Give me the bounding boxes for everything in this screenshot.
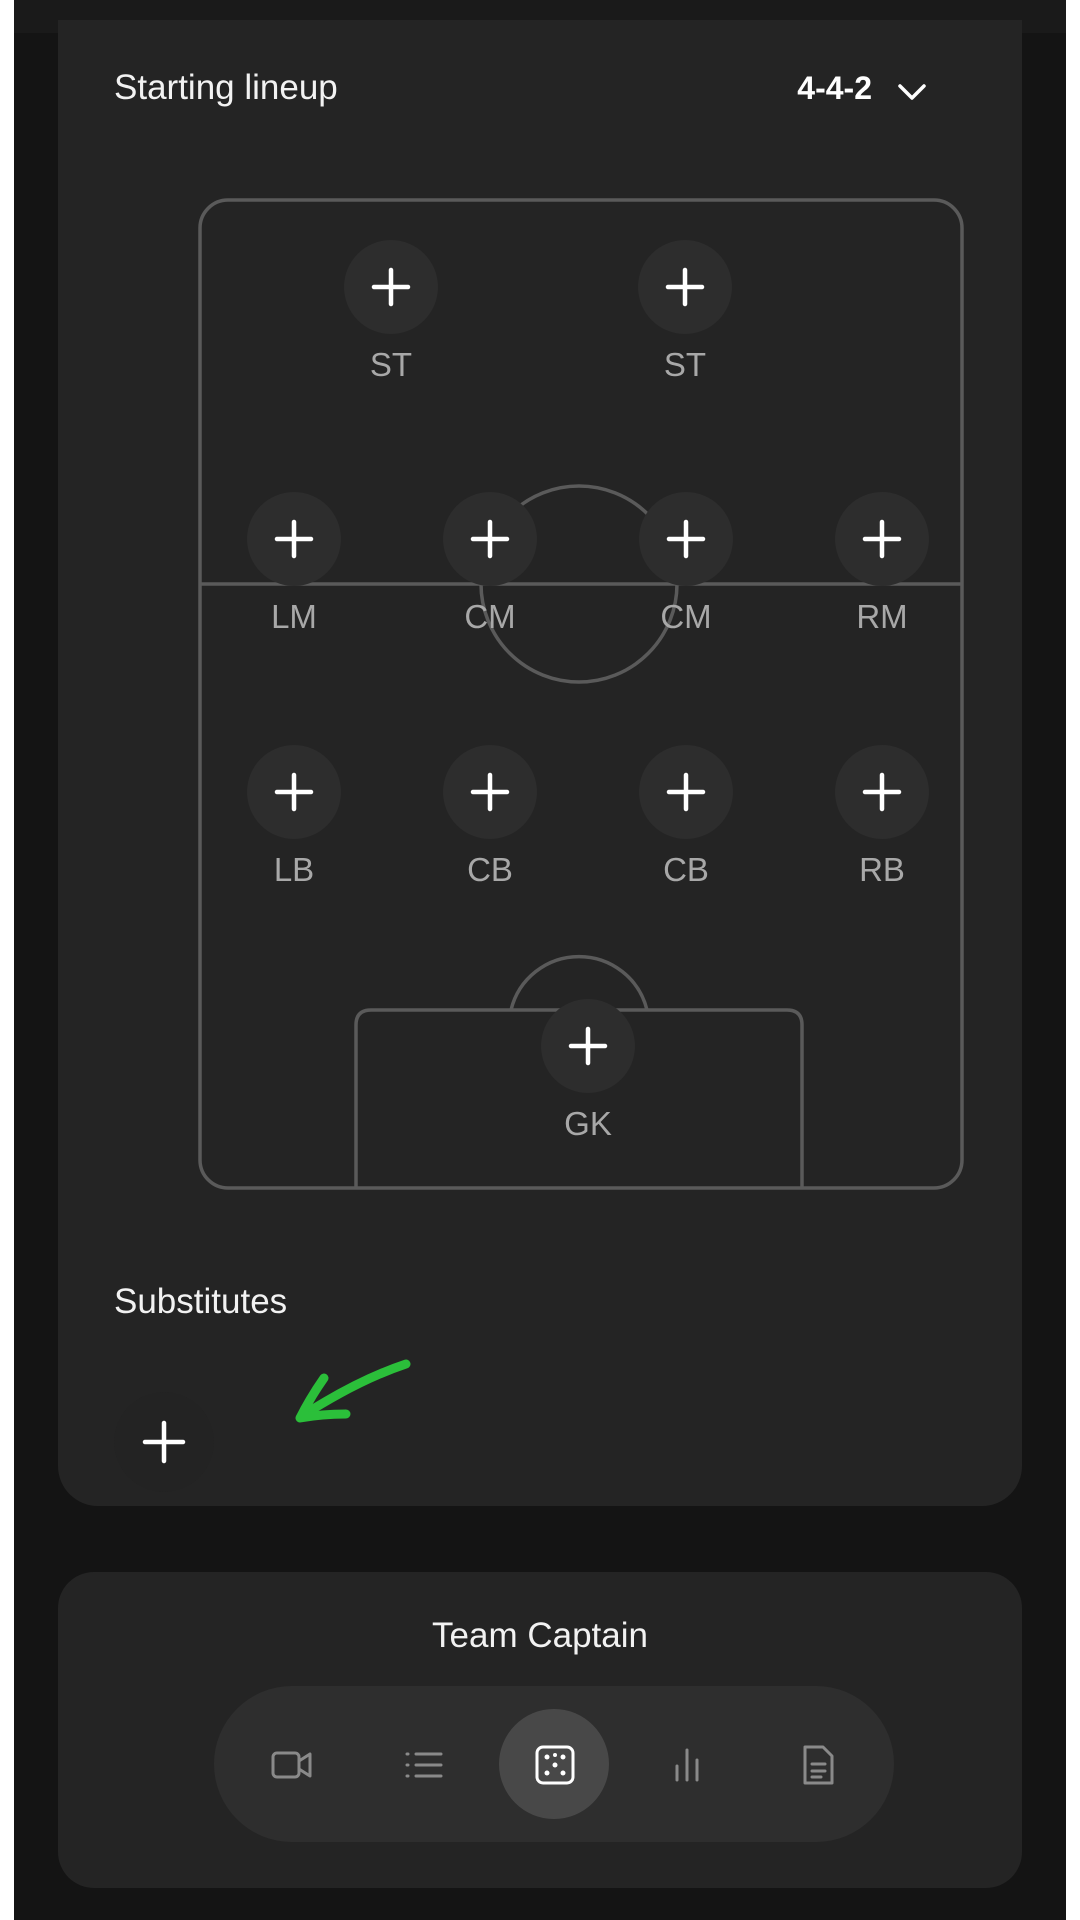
nav-document[interactable]: [762, 1709, 872, 1819]
chevron-down-icon[interactable]: [897, 82, 927, 102]
add-substitute-button[interactable]: [114, 1392, 214, 1492]
position-label: RM: [856, 598, 908, 635]
slot-st-right[interactable]: ST: [625, 240, 745, 384]
slot-lb[interactable]: LB: [234, 745, 354, 889]
add-player-button[interactable]: [835, 492, 929, 586]
add-player-button[interactable]: [639, 492, 733, 586]
formation-selector[interactable]: 4-4-2: [797, 70, 872, 107]
list-icon: [405, 1752, 443, 1778]
slot-gk[interactable]: GK: [528, 999, 648, 1143]
pitch: ST ST LM CM CM RM LB CB CB RB GK: [198, 198, 964, 1190]
nav-list[interactable]: [368, 1709, 478, 1819]
lineup-card: Starting lineup 4-4-2 ST ST LM CM CM RM …: [58, 20, 1022, 1506]
document-icon: [803, 1745, 834, 1785]
lineup-dice-icon: [535, 1745, 575, 1785]
add-player-button[interactable]: [541, 999, 635, 1093]
position-label: GK: [564, 1105, 612, 1142]
plus-icon: [470, 772, 510, 812]
plus-icon: [862, 519, 902, 559]
nav-video[interactable]: [236, 1709, 346, 1819]
plus-icon: [274, 519, 314, 559]
slot-rm[interactable]: RM: [822, 492, 942, 636]
lineup-title: Starting lineup: [114, 68, 338, 107]
plus-icon: [666, 772, 706, 812]
plus-icon: [665, 267, 705, 307]
slot-lm[interactable]: LM: [234, 492, 354, 636]
position-label: LM: [271, 598, 317, 635]
plus-icon: [274, 772, 314, 812]
position-label: CB: [467, 851, 513, 888]
add-player-button[interactable]: [639, 745, 733, 839]
video-icon: [271, 1751, 312, 1779]
substitutes-title: Substitutes: [114, 1282, 288, 1321]
nav-stats[interactable]: [631, 1709, 741, 1819]
plus-icon: [568, 1026, 608, 1066]
plus-icon: [142, 1420, 186, 1464]
position-label: CM: [660, 598, 712, 635]
slot-cb-left[interactable]: CB: [430, 745, 550, 889]
captain-title: Team Captain: [432, 1616, 648, 1655]
nav-lineup[interactable]: [499, 1709, 609, 1819]
slot-cm-left[interactable]: CM: [430, 492, 550, 636]
add-player-button[interactable]: [344, 240, 438, 334]
position-label: CB: [663, 851, 709, 888]
bottom-nav: [214, 1686, 894, 1842]
plus-icon: [862, 772, 902, 812]
add-player-button[interactable]: [247, 492, 341, 586]
add-player-button[interactable]: [638, 240, 732, 334]
plus-icon: [371, 267, 411, 307]
position-label: CM: [464, 598, 516, 635]
plus-icon: [470, 519, 510, 559]
position-label: ST: [663, 346, 707, 383]
add-player-button[interactable]: [443, 745, 537, 839]
slot-rb[interactable]: RB: [822, 745, 942, 889]
slot-cb-right[interactable]: CB: [626, 745, 746, 889]
position-label: ST: [369, 346, 413, 383]
add-player-button[interactable]: [835, 745, 929, 839]
plus-icon: [666, 519, 706, 559]
add-player-button[interactable]: [443, 492, 537, 586]
app-frame: Starting lineup 4-4-2 ST ST LM CM CM RM …: [14, 0, 1066, 1920]
slot-st-left[interactable]: ST: [331, 240, 451, 384]
annotation-arrow-icon: [295, 1359, 411, 1423]
position-label: LB: [273, 851, 315, 888]
slot-cm-right[interactable]: CM: [626, 492, 746, 636]
position-label: RB: [859, 851, 905, 888]
add-player-button[interactable]: [247, 745, 341, 839]
stats-bars-icon: [675, 1748, 699, 1782]
